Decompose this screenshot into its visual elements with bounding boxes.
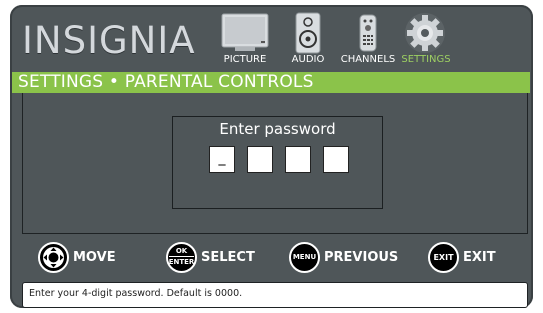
hint-select-label: SELECT xyxy=(201,249,255,265)
password-digit-4[interactable] xyxy=(323,146,349,173)
menu-item-audio[interactable]: AUDIO xyxy=(288,54,328,65)
menu-item-picture[interactable]: PICTURE xyxy=(222,54,268,65)
remote-icon[interactable] xyxy=(359,14,377,52)
hint-previous-label: PREVIOUS xyxy=(324,249,399,265)
ok-enter-icon: OK ENTER xyxy=(166,241,197,273)
status-bar: Enter your 4-digit password. Default is … xyxy=(22,282,528,308)
menu-item-settings[interactable]: SETTINGS xyxy=(400,54,452,65)
password-digit-3[interactable] xyxy=(285,146,311,173)
hint-move: MOVE xyxy=(38,237,116,277)
speaker-icon[interactable] xyxy=(295,12,321,54)
menu-item-channels[interactable]: CHANNELS xyxy=(338,54,398,65)
hint-exit: EXIT EXIT xyxy=(428,237,496,277)
hint-exit-label: EXIT xyxy=(463,249,496,265)
gear-icon[interactable] xyxy=(404,12,446,54)
password-digit-1[interactable]: _ xyxy=(209,146,235,173)
status-message: Enter your 4-digit password. Default is … xyxy=(29,288,243,299)
insignia-logo: INSIGNIA xyxy=(22,19,196,62)
section-title: SETTINGS • PARENTAL CONTROLS xyxy=(12,72,530,93)
menu-button-icon: MENU xyxy=(289,241,320,273)
hint-move-label: MOVE xyxy=(73,249,116,265)
password-label: Enter password xyxy=(219,120,336,138)
tv-icon[interactable] xyxy=(221,12,269,56)
hint-previous: MENU PREVIOUS xyxy=(289,237,398,277)
password-digit-2[interactable] xyxy=(247,146,273,173)
directional-pad-icon xyxy=(38,241,69,273)
exit-button-icon: EXIT xyxy=(428,241,459,273)
hint-select: OK ENTER SELECT xyxy=(166,237,255,277)
